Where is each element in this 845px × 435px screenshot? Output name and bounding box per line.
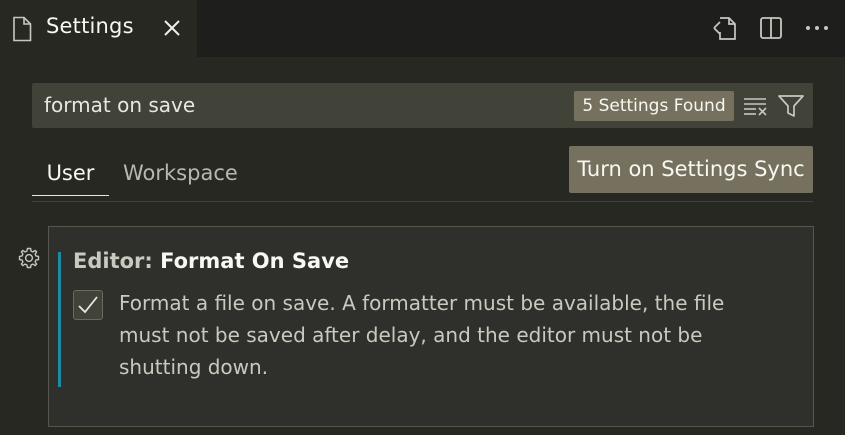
- setting-name: Format On Save: [160, 249, 350, 273]
- editor-actions: [711, 14, 831, 42]
- setting-item-format-on-save: Editor: Format On Save Format a file on …: [48, 226, 814, 427]
- setting-title: Editor: Format On Save: [73, 249, 349, 273]
- setting-description: Format a file on save. A formatter must …: [119, 291, 725, 379]
- settings-tab[interactable]: Settings: [0, 0, 197, 57]
- tab-workspace[interactable]: Workspace: [123, 158, 238, 196]
- close-icon[interactable]: [160, 16, 184, 40]
- split-editor-button[interactable]: [757, 14, 785, 42]
- more-actions-icon: [806, 26, 828, 30]
- gear-icon[interactable]: [17, 246, 41, 270]
- focus-indicator: [58, 252, 61, 387]
- open-settings-json-button[interactable]: [711, 14, 739, 42]
- result-count-badge: 5 Settings Found: [574, 91, 734, 121]
- settings-search[interactable]: format on save 5 Settings Found: [32, 83, 813, 128]
- checkmark-icon: [78, 296, 98, 314]
- split-editor-icon: [760, 17, 782, 39]
- open-settings-json-icon: [713, 17, 736, 40]
- clear-filter-icon[interactable]: [742, 92, 770, 120]
- more-actions-button[interactable]: [803, 14, 831, 42]
- turn-on-settings-sync-button[interactable]: Turn on Settings Sync: [569, 146, 813, 193]
- tab-label: Settings: [46, 14, 134, 38]
- setting-category: Editor:: [73, 249, 161, 273]
- editor-tab-bar: Settings: [0, 0, 845, 57]
- file-icon: [13, 16, 32, 42]
- filter-icon[interactable]: [777, 92, 805, 120]
- search-input[interactable]: format on save: [44, 83, 564, 128]
- tab-user[interactable]: User: [32, 158, 109, 196]
- format-on-save-checkbox[interactable]: [73, 290, 103, 320]
